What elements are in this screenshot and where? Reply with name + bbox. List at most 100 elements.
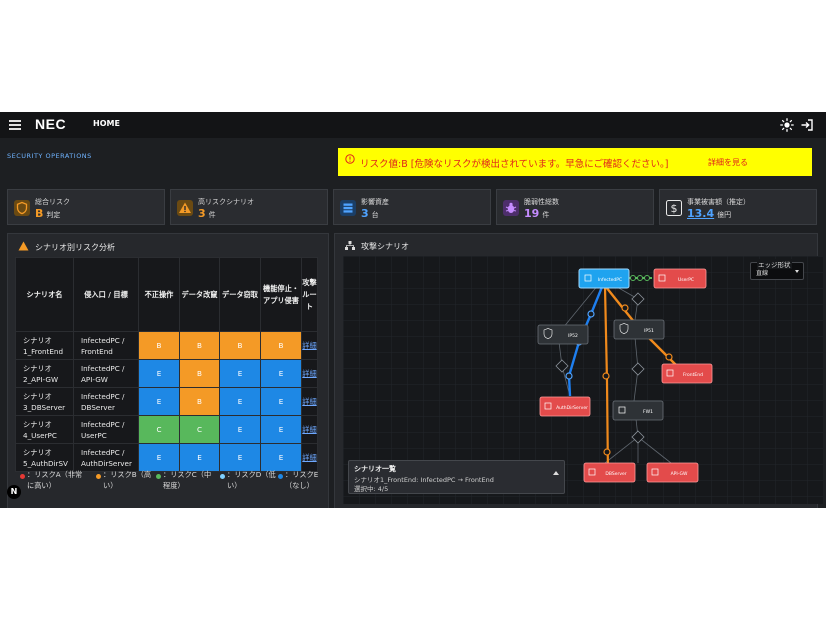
app-window: NEC HOME SECURITY OPERATIONS リスク値:B [危険な… [0,112,826,508]
scenario-target: InfectedPC / AuthDirServer [73,443,139,472]
node-ip51[interactable]: IP51 [613,319,665,340]
warning-icon [177,200,193,216]
risk-cell: E [260,415,302,444]
node-fw1[interactable]: FW1 [612,400,664,421]
kpi-label: 事業被害額（推定） [687,198,750,206]
risk-alert-banner: リスク値:B [危険なリスクが検出されています。早急にご確認ください。] 詳細を… [338,148,812,176]
bug-icon [503,200,519,216]
scenario-selected-count: 選択中: 4/5 [354,485,389,493]
menu-icon[interactable] [9,120,21,130]
route-detail-link[interactable]: 詳細 [301,443,318,472]
node-label: UserPC [678,277,694,283]
svg-text:$: $ [671,202,678,215]
risk-cell: B [179,359,220,388]
risk-cell: B [179,331,220,360]
scenario-risk-panel: シナリオ別リスク分析 シナリオ名 侵入口 / 目標 不正操作 データ改竄 データ… [7,233,329,508]
scenario-name: シナリオ2_API-GW [15,359,74,388]
alert-message: リスク値:B [危険なリスクが検出されています。早急にご確認ください。] [360,159,669,170]
alert-detail-link[interactable]: 詳細を見る [708,157,748,168]
route-detail-link[interactable]: 詳細 [301,331,318,360]
scenario-target: InfectedPC / UserPC [73,415,139,444]
col-header-unauthorized-op: 不正操作 [138,257,180,332]
kpi-card-affected-assets: 影響資産 3台 [333,189,491,225]
server-icon [340,200,356,216]
risk-cell: E [260,359,302,388]
risk-cell: E [179,443,220,472]
section-label: SECURITY OPERATIONS [7,152,92,160]
route-detail-link[interactable]: 詳細 [301,415,318,444]
home-link[interactable]: HOME [93,119,120,128]
graph-green-route [628,275,652,281]
risk-cell: B [260,331,302,360]
kpi-label: 高リスクシナリオ [198,198,254,206]
col-header-tampering: データ改竄 [179,257,220,332]
kpi-value: 3件 [198,207,216,220]
scenario-name: シナリオ4_UserPC [15,415,74,444]
risk-cell: E [260,443,302,472]
node-label: FW1 [643,409,653,415]
risk-cell: E [219,443,261,472]
scenario-name: シナリオ1_FrontEnd [15,331,74,360]
scenario-target: InfectedPC / FrontEnd [73,331,139,360]
table-row: シナリオ3_DBServer InfectedPC / DBServer E B… [15,387,318,416]
node-api-gw[interactable]: API-GW [646,462,699,483]
risk-cell: E [138,359,180,388]
col-header-scenario: シナリオ名 [15,257,74,332]
kpi-card-business-damage: $ 事業被害額（推定） 13.4 億円 [659,189,817,225]
shield-icon [14,200,30,216]
risk-legend: ：リスクA（非常に高い） ：リスクB（高い） ：リスクC（中程度） ：リスクD（… [20,469,330,499]
risk-cell: B [138,331,180,360]
scenario-name: シナリオ5_AuthDirSV [15,443,74,472]
nec-logo: NEC [35,116,67,132]
scenario-target: InfectedPC / API-GW [73,359,139,388]
route-detail-link[interactable]: 詳細 [301,387,318,416]
scenario-name: シナリオ3_DBServer [15,387,74,416]
node-dbserver[interactable]: DBServer [583,462,636,483]
attack-scenario-panel: 攻撃シナリオ InfectedPC UserPC IP52 IP51 Front… [334,233,823,508]
logout-icon[interactable] [800,118,814,132]
legend-item: ：リスクA（非常に高い） [20,469,88,491]
scenario-list-title: シナリオ一覧 [354,465,396,473]
legend-item: ：リスクD（低い） [220,469,276,491]
kpi-value: 19 件 [524,207,550,220]
node-userpc[interactable]: UserPC [653,268,707,289]
chevron-up-icon[interactable] [553,471,559,475]
legend-item: ：リスクC（中程度） [156,469,218,491]
kpi-card-high-risk-scenarios: 高リスクシナリオ 3件 [170,189,328,225]
route-detail-link[interactable]: 詳細 [301,359,318,388]
col-header-exfiltration: データ窃取 [219,257,261,332]
risk-cell: E [260,387,302,416]
node-ip52[interactable]: IP52 [537,324,589,345]
chevron-down-icon [795,270,799,273]
kpi-label: 脆弱性総数 [524,198,559,206]
risk-cell: E [138,443,180,472]
attack-graph[interactable]: InfectedPC UserPC IP52 IP51 FrontEnd Aut… [343,256,823,504]
col-header-service-stop: 機能停止・アプリ侵害 [260,257,302,332]
risk-cell: E [219,415,261,444]
table-row: シナリオ4_UserPC InfectedPC / UserPC C C E E… [15,415,318,444]
alert-circle-icon [345,154,355,164]
node-label: FrontEnd [683,372,703,378]
risk-cell: B [219,331,261,360]
kpi-label: 影響資産 [361,198,389,206]
kpi-label: 総合リスク [35,198,70,206]
node-authdirserver[interactable]: AuthDirServer [539,396,591,417]
top-bar: NEC HOME [0,112,826,138]
theme-toggle-icon[interactable] [780,118,794,132]
risk-cell: C [138,415,180,444]
kpi-value: B 判定 [35,207,61,220]
kpi-value[interactable]: 13.4 億円 [687,207,731,220]
table-row: シナリオ1_FrontEnd InfectedPC / FrontEnd B B… [15,331,318,360]
risk-table: シナリオ名 侵入口 / 目標 不正操作 データ改竄 データ窃取 機能停止・アプリ… [15,257,318,472]
panel-title: シナリオ別リスク分析 [18,241,115,253]
legend-item: ：リスクE（なし） [278,469,330,491]
risk-cell: E [219,387,261,416]
node-frontend[interactable]: FrontEnd [661,363,713,384]
edge-shape-select[interactable]: エッジ形状 直線 [750,259,804,280]
scenario-target: InfectedPC / DBServer [73,387,139,416]
node-infectedpc[interactable]: InfectedPC [578,268,630,289]
scenario-list-box[interactable]: シナリオ一覧 シナリオ1_FrontEnd: InfectedPC → Fron… [348,460,565,494]
node-label: IP52 [568,333,578,339]
n-badge[interactable]: N [7,485,21,499]
edge-shape-value: 直線 [756,270,769,277]
